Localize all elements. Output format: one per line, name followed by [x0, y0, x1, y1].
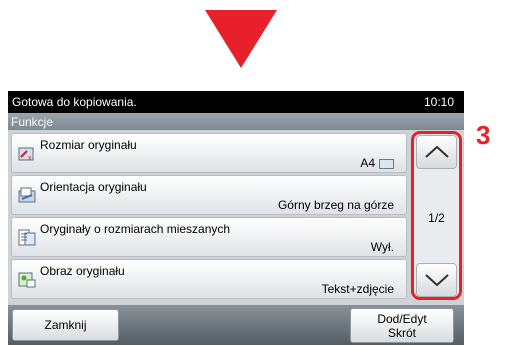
item-label: Orientacja oryginału — [40, 180, 147, 194]
item-label: Obraz oryginału — [40, 264, 125, 278]
function-header-label: Funkcje — [11, 115, 54, 129]
item-value: Tekst+zdjęcie — [321, 282, 394, 296]
item-value: A4 — [360, 156, 394, 170]
close-button[interactable]: Zamknij — [12, 309, 119, 341]
orientation-icon — [18, 187, 36, 203]
copy-panel: Gotowa do kopiowania. 10:10 Funkcje x Ro… — [8, 91, 464, 345]
item-original-size[interactable]: x Rozmiar oryginału A4 — [11, 133, 407, 173]
bottom-bar: Zamknij Dod/Edyt Skrót — [8, 305, 464, 345]
original-size-icon: x — [18, 147, 34, 162]
item-value: Wył. — [370, 240, 394, 254]
clock: 10:10 — [423, 95, 454, 109]
add-edit-shortcut-button[interactable]: Dod/Edyt Skrót — [350, 308, 454, 343]
function-list: x Rozmiar oryginału A4 Orientacja orygin… — [11, 133, 407, 301]
status-bar: Gotowa do kopiowania. 10:10 — [8, 91, 464, 113]
mixed-size-icon — [18, 229, 36, 246]
item-mixed-sizes[interactable]: Oryginały o rozmiarach mieszanych Wył. — [11, 217, 407, 257]
shortcut-label: Skrót — [387, 326, 416, 340]
item-value: Górny brzeg na górze — [277, 198, 394, 212]
highlight-frame — [411, 131, 462, 300]
item-orientation[interactable]: Orientacja oryginału Górny brzeg na górz… — [11, 175, 407, 215]
function-header: Funkcje — [8, 113, 464, 130]
item-original-image[interactable]: Obraz oryginału Tekst+zdjęcie — [11, 259, 407, 299]
original-image-icon — [18, 272, 36, 288]
callout-number: 3 — [476, 120, 491, 150]
svg-text:x: x — [28, 155, 32, 162]
paper-icon — [379, 158, 394, 169]
add-edit-label: Dod/Edyt — [377, 312, 427, 326]
status-message: Gotowa do kopiowania. — [12, 95, 137, 109]
item-label: Rozmiar oryginału — [40, 138, 137, 152]
down-arrow-indicator — [205, 10, 277, 68]
item-label: Oryginały o rozmiarach mieszanych — [40, 222, 231, 236]
